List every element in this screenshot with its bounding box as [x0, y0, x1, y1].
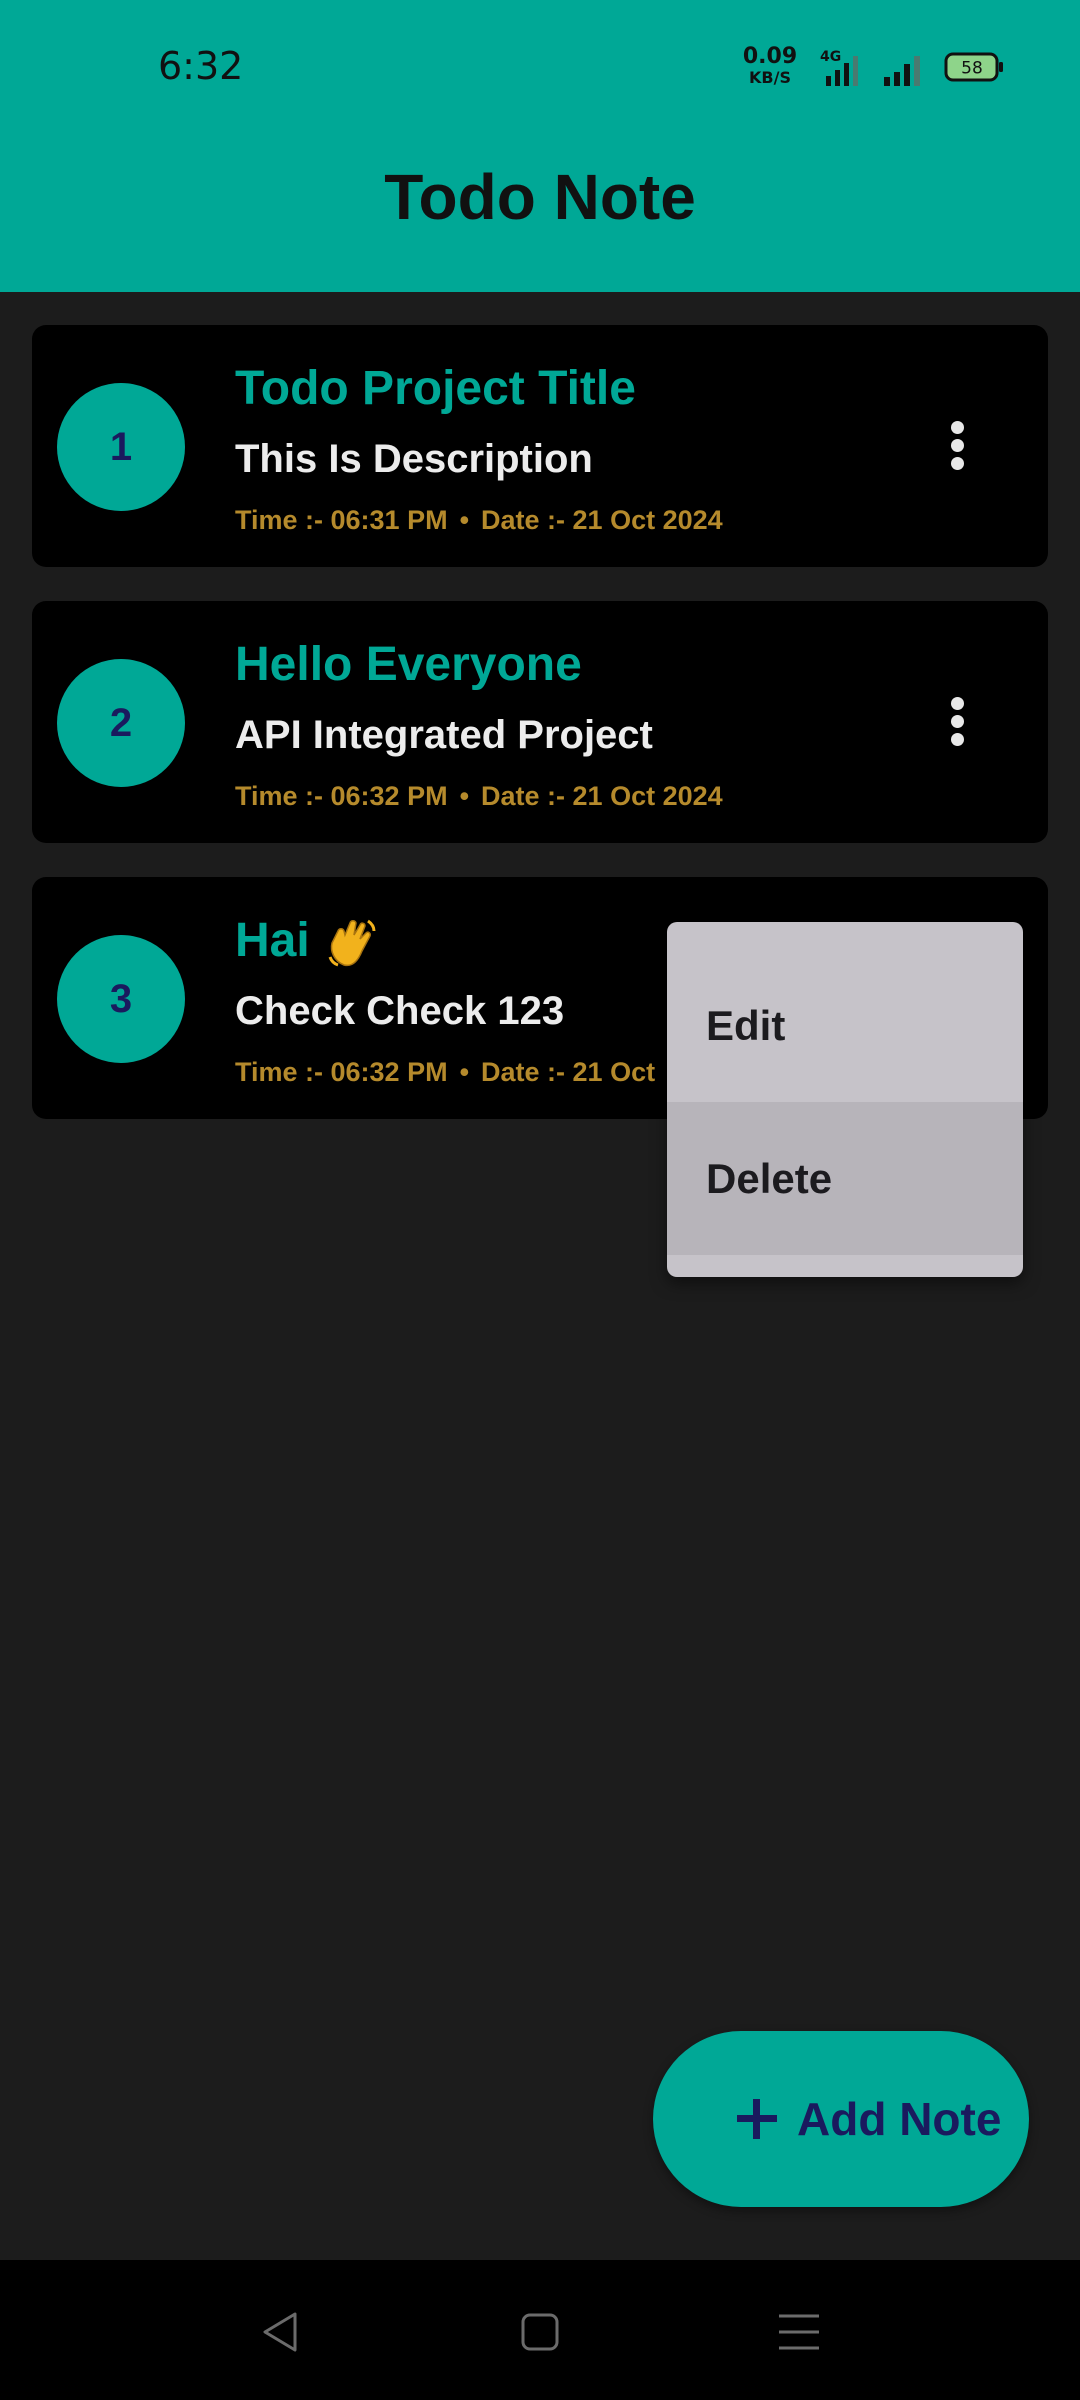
battery-level: 58 — [961, 59, 983, 79]
network-speed-unit: KB/S — [749, 68, 791, 87]
note-description: Check Check 123 — [235, 989, 565, 1033]
menu-item-edit[interactable]: Edit — [667, 949, 1023, 1102]
note-timestamp: Time :- 06:31 PM • Date :- 21 Oct 2024 — [235, 505, 723, 536]
note-description: API Integrated Project — [235, 713, 653, 757]
more-options-icon[interactable] — [922, 405, 992, 485]
signal-4g-icon: 4G — [820, 49, 858, 86]
network-speed: 0.09 KB/S — [740, 46, 800, 86]
status-time: 6:32 — [158, 44, 244, 88]
note-date: Date :- 21 Oct 2024 — [481, 781, 723, 811]
plus-icon — [737, 2099, 777, 2139]
note-number-badge: 1 — [57, 383, 185, 511]
status-bar: 6:32 0.09 KB/S 4G 58 — [0, 0, 1080, 130]
add-note-label: Add Note — [797, 2093, 1002, 2145]
note-time: Time :- 06:32 PM — [235, 781, 448, 811]
note-title-row: Hai — [235, 913, 380, 971]
back-icon[interactable] — [251, 2304, 311, 2360]
home-icon[interactable] — [510, 2304, 570, 2360]
note-card[interactable]: 2 Hello Everyone API Integrated Project … — [32, 601, 1048, 843]
add-note-button[interactable]: Add Note — [653, 2031, 1029, 2207]
note-card[interactable]: 1 Todo Project Title This Is Description… — [32, 325, 1048, 567]
system-nav-bar — [0, 2260, 1080, 2400]
note-title: Todo Project Title — [235, 362, 636, 415]
waving-hand-icon — [328, 920, 376, 967]
note-date: Date :- 21 Oct — [481, 1057, 656, 1087]
battery-icon: 58 — [944, 52, 1003, 82]
more-options-icon[interactable] — [922, 681, 992, 761]
note-title: Hello Everyone — [235, 638, 582, 691]
note-timestamp: Time :- 06:32 PM • Date :- 21 Oct 2024 — [235, 781, 723, 812]
note-time: Time :- 06:31 PM — [235, 505, 448, 535]
separator-dot: • — [459, 1057, 470, 1087]
context-menu: Edit Delete — [667, 922, 1023, 1277]
note-title: Hai — [235, 914, 310, 967]
network-type-label: 4G — [820, 49, 841, 65]
note-timestamp: Time :- 06:32 PM • Date :- 21 Oct — [235, 1057, 695, 1088]
separator-dot: • — [459, 781, 470, 811]
signal-icon — [884, 56, 920, 86]
separator-dot: • — [459, 505, 470, 535]
recents-icon[interactable] — [769, 2304, 829, 2360]
app-bar: Todo Note — [0, 130, 1080, 292]
note-number-badge: 3 — [57, 935, 185, 1063]
note-time: Time :- 06:32 PM — [235, 1057, 448, 1087]
menu-item-delete[interactable]: Delete — [667, 1102, 1023, 1255]
note-number-badge: 2 — [57, 659, 185, 787]
page-title: Todo Note — [384, 161, 696, 233]
network-speed-value: 0.09 — [742, 44, 798, 69]
note-date: Date :- 21 Oct 2024 — [481, 505, 723, 535]
note-description: This Is Description — [235, 437, 593, 481]
